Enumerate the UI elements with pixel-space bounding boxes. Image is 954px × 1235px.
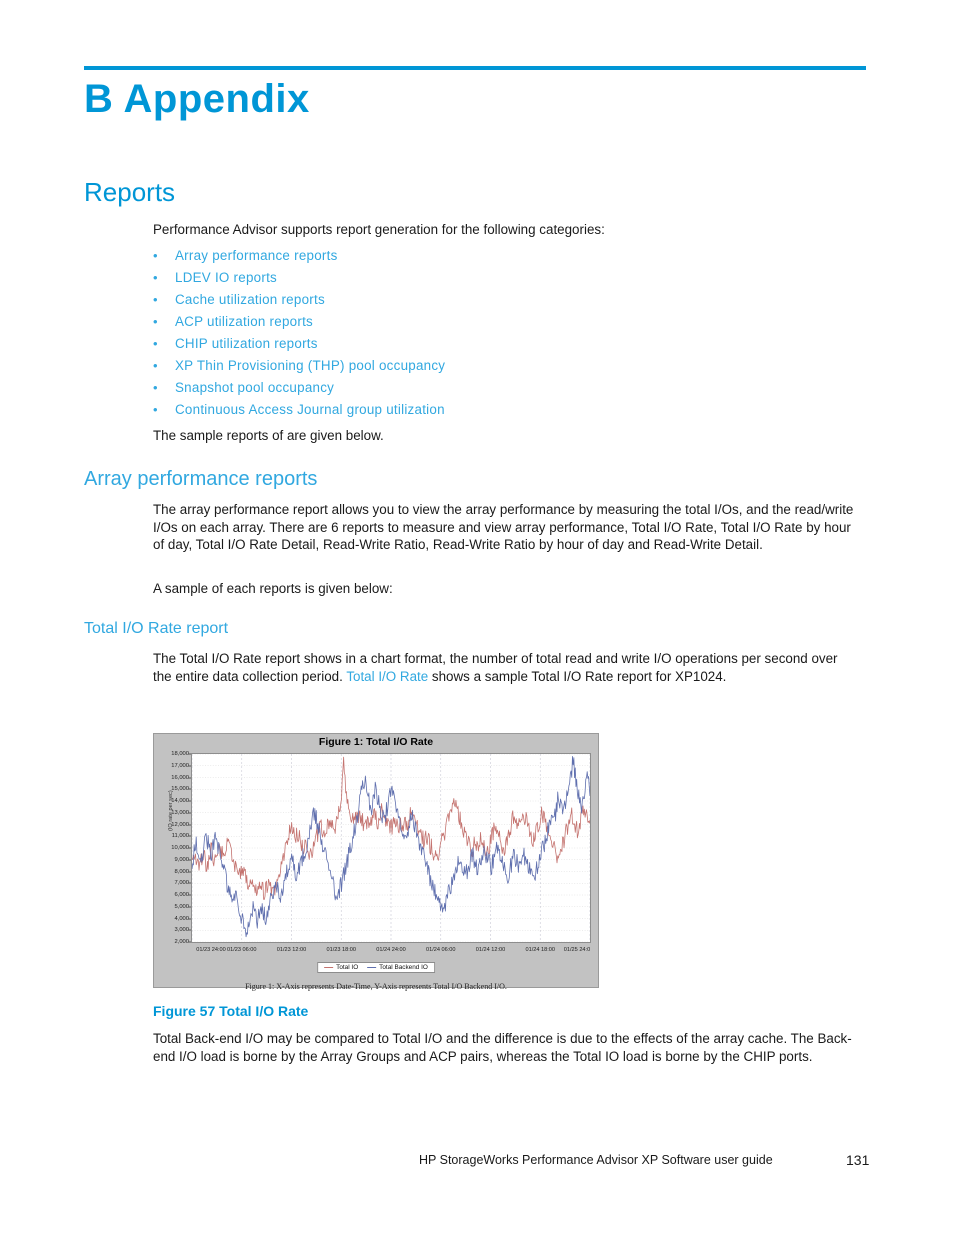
chart-y-tick-label: 3,000 <box>174 927 189 934</box>
bullet-icon: • <box>153 402 158 417</box>
footer-text: HP StorageWorks Performance Advisor XP S… <box>419 1153 773 1167</box>
chart-y-tick-label: 4,000 <box>174 915 189 922</box>
chart-x-tick-label: 01/25 24:0 <box>563 947 591 953</box>
chart-y-tick-label: 6,000 <box>174 892 189 898</box>
legend-swatch-total-io <box>324 966 334 969</box>
chart-x-tick-label: 01/23 18:00 <box>326 947 357 953</box>
bullet-icon: • <box>153 314 158 329</box>
figure-note: Figure 1: X-Axis represents Date-Time, Y… <box>245 982 507 991</box>
list-item[interactable]: • XP Thin Provisioning (THP) pool occupa… <box>153 355 773 377</box>
chart-x-tick-label: 01/24 12:00 <box>475 947 506 953</box>
chart-y-tick-label: 11,000 <box>171 833 189 840</box>
chart-x-tick-label: 01/24 24:00 <box>376 947 406 953</box>
backend-io-paragraph: Total Back-end I/O may be compared to To… <box>153 1031 852 1064</box>
figure-caption: Figure 57 Total I/O Rate <box>153 1003 309 1019</box>
document-page: B Appendix Reports Performance Advisor s… <box>0 0 954 1235</box>
chart-y-tick-label: 12,000 <box>171 821 189 828</box>
sample-reports-note: The sample reports of are given below. <box>153 428 384 443</box>
header-rule <box>84 66 866 70</box>
chart-x-tick-label: 01/23 24:00 <box>196 947 226 953</box>
bullet-icon: • <box>153 380 158 395</box>
report-categories-list: • Array performance reports • LDEV IO re… <box>153 245 773 421</box>
chart-y-tick-label: 9,000 <box>174 856 189 863</box>
figure-total-io-rate: Figure 1: Total I/O Rate (IO rate per se… <box>153 733 599 988</box>
chart-y-tick-label: 18,000 <box>171 751 189 757</box>
chart-title: Figure 1: Total I/O Rate <box>318 736 434 748</box>
bullet-icon: • <box>153 336 158 351</box>
list-item[interactable]: • LDEV IO reports <box>153 267 773 289</box>
chart-plot-area <box>191 753 591 943</box>
list-item[interactable]: • Cache utilization reports <box>153 289 773 311</box>
chart-y-tick-label: 17,000 <box>171 762 189 769</box>
section-heading-total-io-rate-report: Total I/O Rate report <box>84 620 229 637</box>
list-item-label: Snapshot pool occupancy <box>175 380 335 395</box>
legend-item-total-io: Total IO <box>324 964 358 971</box>
chart-x-tick-label: 01/23 06:00 <box>226 947 257 953</box>
chart-x-tick-label: 01/24 06:00 <box>425 947 456 953</box>
list-item[interactable]: • ACP utilization reports <box>153 311 773 333</box>
chart-y-tick-label: 10,000 <box>171 845 189 851</box>
list-item-label: ACP utilization reports <box>175 314 313 329</box>
list-item[interactable]: • CHIP utilization reports <box>153 333 773 355</box>
page-number: 131 <box>846 1152 870 1168</box>
bullet-icon: • <box>153 358 158 373</box>
reports-intro-paragraph: Performance Advisor supports report gene… <box>153 222 605 237</box>
list-item[interactable]: • Array performance reports <box>153 245 773 267</box>
chapter-title: B Appendix <box>84 77 310 121</box>
chart-x-tick-label: 01/23 12:00 <box>276 947 307 953</box>
total-io-rate-paragraph: The Total I/O Rate report shows in a cha… <box>153 650 853 685</box>
list-item-label: XP Thin Provisioning (THP) pool occupanc… <box>175 358 446 373</box>
chart-y-tick-label: 15,000 <box>171 786 189 793</box>
chart-y-tick-label: 5,000 <box>174 903 189 910</box>
chart-y-tick-label: 16,000 <box>171 774 189 781</box>
chart-y-tick-label: 8,000 <box>174 868 189 875</box>
legend-item-total-backend-io: Total Backend IO <box>367 964 428 971</box>
list-item[interactable]: • Continuous Access Journal group utiliz… <box>153 399 773 421</box>
chart-y-tick-label: 14,000 <box>171 798 189 804</box>
legend-label-total-io: Total IO <box>336 964 359 971</box>
total-io-text-after: shows a sample Total I/O Rate report for… <box>428 668 727 684</box>
bullet-icon: • <box>153 270 158 285</box>
chart-plot-container: (IO rate per sec) 18,000 17,000 16,000 15,0… <box>168 751 591 953</box>
section-heading-array-performance: Array performance reports <box>84 468 318 490</box>
list-item-label: LDEV IO reports <box>175 270 277 285</box>
list-item-label: Array performance reports <box>175 248 338 263</box>
chart-lines-svg <box>192 754 590 942</box>
list-item[interactable]: • Snapshot pool occupancy <box>153 377 773 399</box>
chart-y-tick-label: 13,000 <box>171 809 189 816</box>
chart-x-tick-label: 01/24 18:00 <box>525 947 556 953</box>
section-heading-reports: Reports <box>84 177 176 207</box>
total-io-rate-link[interactable]: Total I/O Rate <box>346 669 428 684</box>
array-sample-note: A sample of each reports is given below: <box>153 581 393 596</box>
list-item-label: CHIP utilization reports <box>175 336 318 351</box>
legend-label-total-backend-io: Total Backend IO <box>379 964 428 971</box>
chart-y-tick-label: 2,000 <box>174 939 189 945</box>
list-item-label: Continuous Access Journal group utilizat… <box>175 402 445 417</box>
bullet-icon: • <box>153 292 158 307</box>
chart-y-tick-label: 7,000 <box>174 880 189 887</box>
list-item-label: Cache utilization reports <box>175 292 325 307</box>
array-performance-paragraph: The array performance report allows you … <box>153 502 854 552</box>
legend-swatch-total-backend-io <box>367 966 377 969</box>
bullet-icon: • <box>153 248 158 263</box>
chart-legend: Total IO Total Backend IO <box>317 962 435 973</box>
